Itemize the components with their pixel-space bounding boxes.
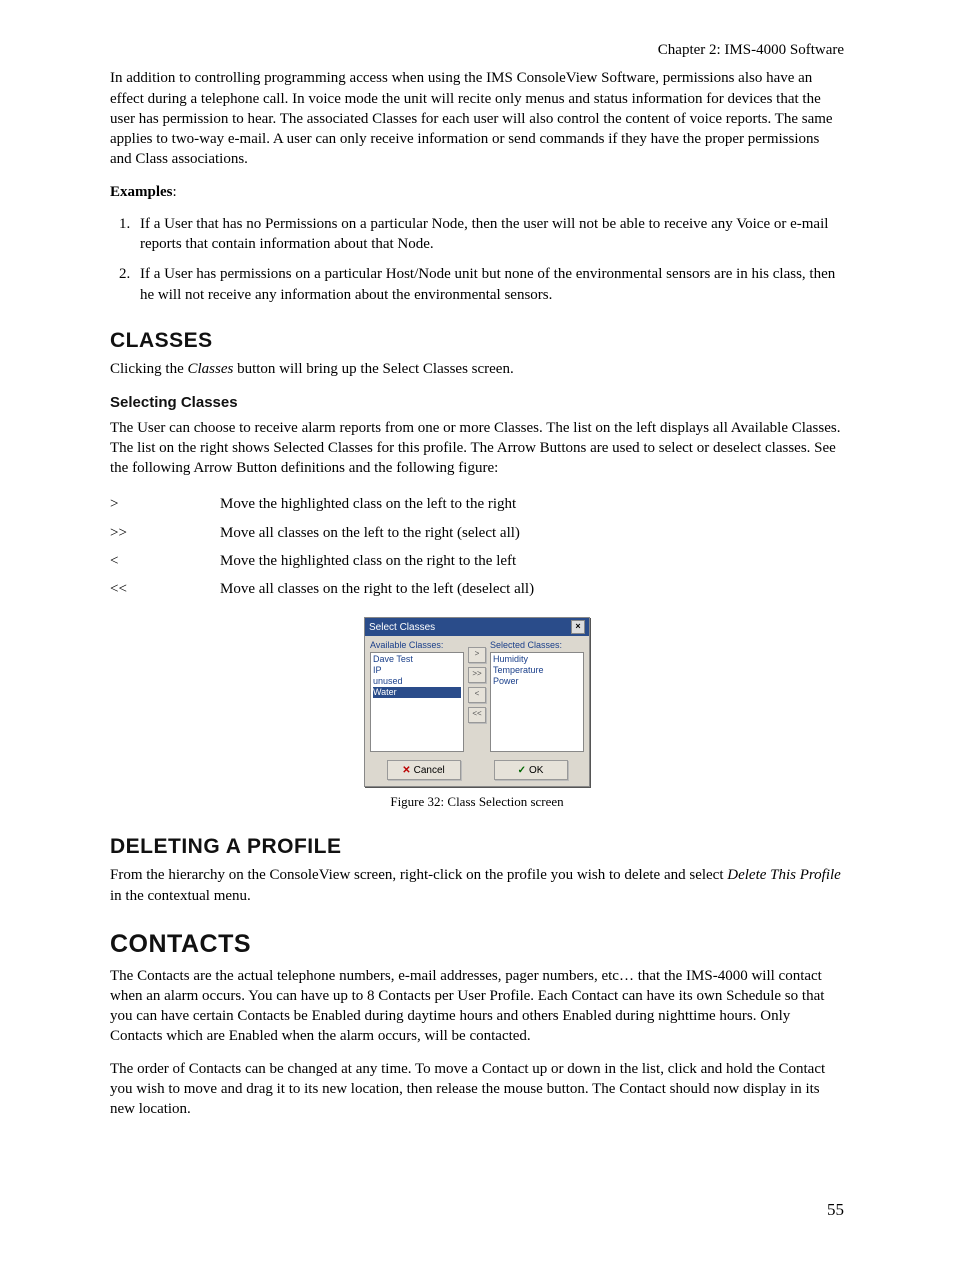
example-item: If a User has permissions on a particula… [134, 264, 844, 305]
menu-item-ref: Delete This Profile [727, 867, 841, 883]
deleting-profile-heading: Deleting a Profile [110, 833, 844, 861]
remove-button[interactable]: < [468, 687, 486, 703]
selecting-classes-paragraph: The User can choose to receive alarm rep… [110, 418, 844, 479]
arrow-desc: Move all classes on the left to the righ… [220, 519, 534, 547]
close-icon[interactable]: × [571, 620, 585, 634]
add-all-button[interactable]: >> [468, 667, 486, 683]
list-item[interactable]: IP [373, 665, 461, 676]
classes-heading: Classes [110, 327, 844, 355]
classes-button-ref: Classes [188, 361, 234, 377]
intro-paragraph: In addition to controlling programming a… [110, 68, 844, 169]
available-classes-list[interactable]: Dave Test IP unused Water [370, 652, 464, 752]
list-item[interactable]: Humidity [493, 654, 581, 665]
table-row: < Move the highlighted class on the righ… [110, 547, 534, 575]
list-item[interactable]: Temperature [493, 665, 581, 676]
list-item[interactable]: Dave Test [373, 654, 461, 665]
dialog-title-text: Select Classes [369, 621, 435, 635]
arrow-symbol: > [110, 490, 220, 518]
arrow-desc: Move all classes on the right to the lef… [220, 575, 534, 603]
available-classes-label: Available Classes: [370, 639, 464, 651]
cancel-label: Cancel [414, 764, 445, 778]
table-row: << Move all classes on the right to the … [110, 575, 534, 603]
contacts-heading: Contacts [110, 928, 844, 962]
arrow-symbol: << [110, 575, 220, 603]
text: Clicking the [110, 361, 188, 377]
figure-32: Select Classes × Available Classes: Dave… [110, 617, 844, 811]
table-row: > Move the highlighted class on the left… [110, 490, 534, 518]
list-item[interactable]: unused [373, 676, 461, 687]
text: button will bring up the Select Classes … [233, 361, 513, 377]
arrow-desc: Move the highlighted class on the right … [220, 547, 534, 575]
example-item: If a User that has no Permissions on a p… [134, 214, 844, 255]
list-item[interactable]: Water [373, 687, 461, 698]
arrow-desc: Move the highlighted class on the left t… [220, 490, 534, 518]
page-header: Chapter 2: IMS-4000 Software [110, 40, 844, 60]
dialog-titlebar[interactable]: Select Classes × [365, 618, 589, 636]
x-icon: ✕ [402, 764, 410, 778]
list-item[interactable]: Power [493, 676, 581, 687]
figure-caption: Figure 32: Class Selection screen [110, 793, 844, 811]
arrow-symbol: < [110, 547, 220, 575]
selected-classes-list[interactable]: Humidity Temperature Power [490, 652, 584, 752]
add-button[interactable]: > [468, 647, 486, 663]
page-number: 55 [110, 1199, 844, 1222]
examples-label-text: Examples [110, 184, 173, 200]
select-classes-dialog: Select Classes × Available Classes: Dave… [364, 617, 590, 787]
selected-classes-label: Selected Classes: [490, 639, 584, 651]
remove-all-button[interactable]: << [468, 707, 486, 723]
classes-intro: Clicking the Classes button will bring u… [110, 359, 844, 379]
text: in the contextual menu. [110, 888, 251, 904]
arrow-symbol: >> [110, 519, 220, 547]
check-icon: ✓ [518, 764, 526, 778]
selecting-classes-heading: Selecting Classes [110, 393, 844, 413]
deleting-profile-paragraph: From the hierarchy on the ConsoleView sc… [110, 865, 844, 906]
cancel-button[interactable]: ✕ Cancel [387, 760, 461, 780]
ok-label: OK [529, 764, 543, 778]
contacts-paragraph-2: The order of Contacts can be changed at … [110, 1059, 844, 1120]
text: From the hierarchy on the ConsoleView sc… [110, 867, 727, 883]
table-row: >> Move all classes on the left to the r… [110, 519, 534, 547]
contacts-paragraph-1: The Contacts are the actual telephone nu… [110, 966, 844, 1047]
arrow-definitions-table: > Move the highlighted class on the left… [110, 490, 534, 603]
examples-label: Examples: [110, 182, 844, 202]
examples-list: If a User that has no Permissions on a p… [110, 214, 844, 305]
ok-button[interactable]: ✓ OK [494, 760, 568, 780]
